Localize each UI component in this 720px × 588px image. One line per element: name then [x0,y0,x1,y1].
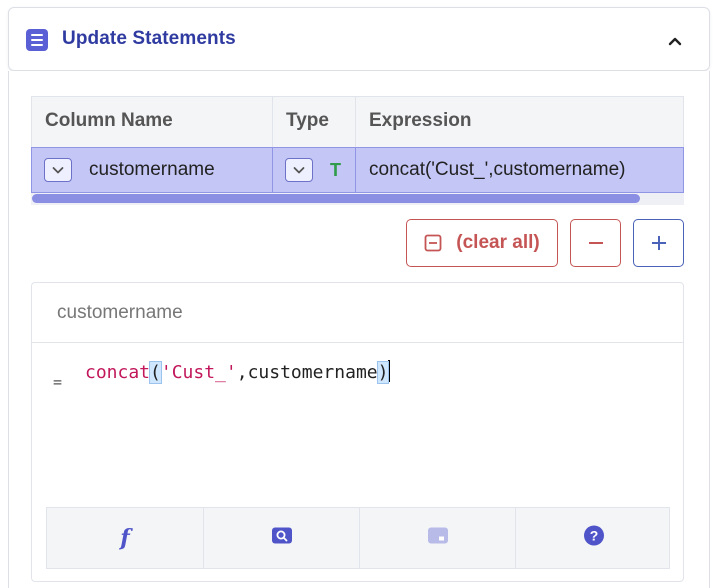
cell-expression[interactable]: concat('Cust_',customername) [369,148,625,192]
header-column-name[interactable]: Column Name [32,97,272,147]
code-close-paren: ) [376,361,390,384]
remove-row-button[interactable] [570,219,621,267]
table-row[interactable]: customername T concat('Cust_',customerna… [31,147,684,193]
search-fields-button[interactable] [204,508,360,568]
expression-editor: customername = concat('Cust_',customerna… [31,282,684,582]
cell-column-name: customername [89,159,215,180]
add-row-button[interactable] [633,219,684,267]
header-type[interactable]: Type [273,97,355,147]
search-icon [271,527,293,550]
clear-all-icon [424,234,442,252]
editor-toolbar: f ? [46,507,670,569]
list-doc-icon [26,29,48,51]
help-icon: ? [583,525,605,552]
clear-all-button[interactable]: (clear all) [406,219,558,267]
code-string: 'Cust_' [160,362,237,383]
assignment-operator: = [53,373,63,391]
minus-icon [588,242,603,244]
function-button[interactable]: f [47,508,203,568]
panel-title: Update Statements [62,28,236,49]
function-icon: f [120,525,130,551]
horizontal-scrollbar[interactable] [31,193,684,205]
code-input[interactable]: concat('Cust_',customername) [85,360,391,384]
column-dropdown-button[interactable] [44,158,72,182]
header-expression[interactable]: Expression [356,97,683,147]
grid-header: Column Name Type Expression [31,96,684,148]
svg-text:?: ? [590,528,599,544]
chevron-up-icon[interactable] [668,34,682,48]
field-picker-button[interactable] [360,508,516,568]
scrollbar-thumb[interactable] [32,194,640,203]
field-icon [427,527,449,550]
code-comma: , [236,362,248,383]
text-caret [388,360,391,382]
update-statements-header[interactable]: Update Statements [8,7,710,71]
code-function: concat [85,362,151,383]
cell-type: T [330,160,341,180]
plus-icon [651,236,666,250]
code-argument: customername [247,362,378,383]
code-open-paren: ( [149,361,162,384]
clear-all-label: (clear all) [456,232,540,253]
editor-column-title: customername [32,283,683,343]
type-dropdown-button[interactable] [285,158,313,182]
help-button[interactable]: ? [516,508,672,568]
